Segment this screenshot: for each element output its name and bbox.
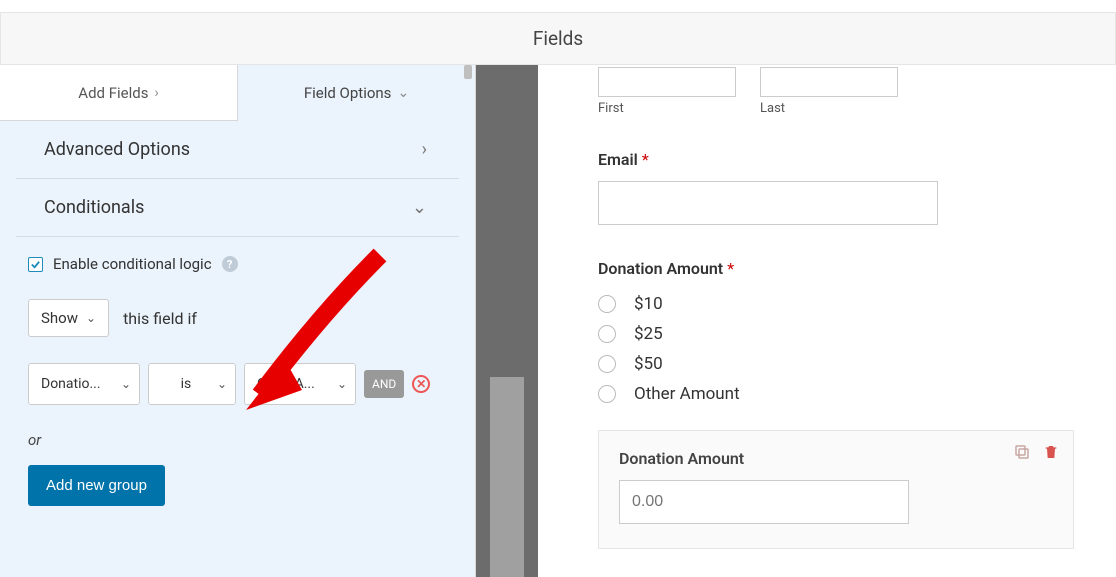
delete-rule-button[interactable]: ✕ <box>412 375 430 393</box>
section-advanced-label: Advanced Options <box>44 139 190 160</box>
donation-option[interactable]: $25 <box>598 324 1074 344</box>
email-input[interactable] <box>598 181 938 225</box>
trash-icon[interactable] <box>1043 443 1059 465</box>
chevron-right-icon: › <box>422 139 427 160</box>
first-name-input[interactable] <box>598 67 736 97</box>
chevron-down-icon: ⌄ <box>86 311 96 325</box>
page-title: Fields <box>533 27 583 50</box>
add-new-group-label: Add new group <box>46 477 147 494</box>
form-preview: First Last Email* Donation Amount* $10 $… <box>538 65 1116 577</box>
enable-conditional-label: Enable conditional logic <box>53 255 212 273</box>
tab-add-fields[interactable]: Add Fields › <box>0 65 238 121</box>
chevron-down-icon: ⌄ <box>217 377 227 391</box>
donation-amount-label: Donation Amount <box>598 259 723 278</box>
left-scrollbar[interactable] <box>464 65 475 577</box>
duplicate-icon[interactable] <box>1013 443 1031 465</box>
rule-value-value: Other A... <box>257 376 315 392</box>
option-label: $25 <box>634 324 663 344</box>
help-icon[interactable]: ? <box>222 256 238 272</box>
section-conditionals-label: Conditionals <box>44 197 144 218</box>
top-strip <box>0 0 1116 13</box>
tab-options-label: Field Options <box>304 84 392 102</box>
option-label: Other Amount <box>634 384 740 404</box>
donation-option[interactable]: Other Amount <box>598 384 1074 404</box>
chevron-down-icon: ⌄ <box>121 377 131 391</box>
rule-field-value: Donatio... <box>41 376 101 392</box>
donation-option[interactable]: $10 <box>598 294 1074 314</box>
tab-add-label: Add Fields <box>78 84 148 102</box>
add-new-group-button[interactable]: Add new group <box>28 465 165 506</box>
gutter <box>476 65 538 577</box>
or-text: or <box>28 431 447 449</box>
page-header: Fields <box>0 13 1116 65</box>
first-name-label: First <box>598 101 736 116</box>
radio-icon <box>598 355 616 373</box>
conditionals-body: Enable conditional logic ? Show ⌄ this f… <box>0 237 475 530</box>
show-hide-value: Show <box>41 309 78 327</box>
required-icon: * <box>642 150 649 169</box>
radio-icon <box>598 295 616 313</box>
selected-field-label: Donation Amount <box>619 449 1053 468</box>
rule-value-select[interactable]: Other A... ⌄ <box>244 363 356 405</box>
left-panel: Add Fields › Field Options ⌄ Advanced Op… <box>0 65 476 577</box>
donation-other-amount-input[interactable] <box>619 480 909 524</box>
tab-field-options[interactable]: Field Options ⌄ <box>238 65 475 121</box>
and-button-label: AND <box>372 377 396 391</box>
chevron-right-icon: › <box>154 85 158 101</box>
chevron-down-icon: ⌄ <box>412 197 427 218</box>
required-icon: * <box>727 259 734 278</box>
chevron-down-icon: ⌄ <box>337 377 347 391</box>
scroll-up-icon <box>464 65 472 79</box>
close-icon: ✕ <box>416 377 426 391</box>
section-advanced-options[interactable]: Advanced Options › <box>16 121 459 179</box>
this-field-if-text: this field if <box>123 309 197 328</box>
selected-field-block[interactable]: Donation Amount <box>598 430 1074 549</box>
rule-operator-select[interactable]: is ⌄ <box>148 363 236 405</box>
radio-icon <box>598 385 616 403</box>
chevron-down-icon: ⌄ <box>397 85 409 101</box>
last-name-input[interactable] <box>760 67 898 97</box>
section-conditionals[interactable]: Conditionals ⌄ <box>16 179 459 237</box>
rule-operator-value: is <box>161 376 211 392</box>
email-label: Email <box>598 150 638 169</box>
show-hide-select[interactable]: Show ⌄ <box>28 299 109 337</box>
enable-conditional-checkbox[interactable] <box>28 257 43 272</box>
last-name-label: Last <box>760 101 898 116</box>
radio-icon <box>598 325 616 343</box>
option-label: $10 <box>634 294 663 314</box>
rule-field-select[interactable]: Donatio... ⌄ <box>28 363 140 405</box>
and-button[interactable]: AND <box>364 370 404 398</box>
option-label: $50 <box>634 354 663 374</box>
donation-option[interactable]: $50 <box>598 354 1074 374</box>
